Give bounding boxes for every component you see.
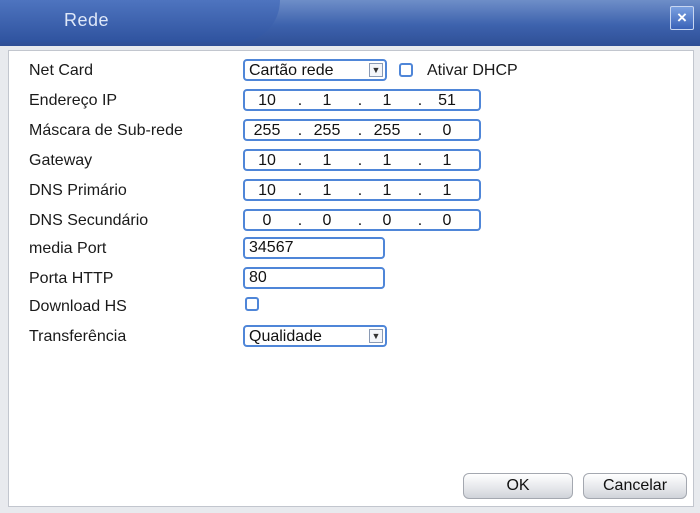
ok-button[interactable]: OK bbox=[463, 473, 573, 499]
http-port-row: Porta HTTP 80 bbox=[9, 267, 693, 293]
ip-separator: . bbox=[357, 152, 363, 169]
ip-octet[interactable]: 255 bbox=[247, 122, 287, 140]
ip-octet[interactable]: 10 bbox=[247, 152, 287, 170]
settings-panel: Net Card Cartão rede ▼ Ativar DHCP Ender… bbox=[8, 50, 694, 507]
net-card-value: Cartão rede bbox=[249, 62, 334, 79]
ip-separator: . bbox=[297, 122, 303, 139]
ip-octet[interactable]: 1 bbox=[427, 182, 467, 200]
ip-octet[interactable]: 0 bbox=[367, 212, 407, 230]
subnet-mask-label: Máscara de Sub-rede bbox=[29, 122, 183, 139]
ip-octet[interactable]: 255 bbox=[307, 122, 347, 140]
dns-secondary-field[interactable]: 0 . 0 . 0 . 0 bbox=[243, 209, 481, 231]
ip-octet[interactable]: 0 bbox=[427, 122, 467, 140]
ip-octet[interactable]: 1 bbox=[367, 152, 407, 170]
dhcp-checkbox[interactable] bbox=[399, 63, 413, 77]
http-port-label: Porta HTTP bbox=[29, 270, 114, 287]
ip-octet[interactable]: 255 bbox=[367, 122, 407, 140]
ip-separator: . bbox=[417, 92, 423, 109]
cancel-button[interactable]: Cancelar bbox=[583, 473, 687, 499]
dns-secondary-label: DNS Secundário bbox=[29, 212, 149, 229]
ip-separator: . bbox=[417, 182, 423, 199]
download-hs-checkbox[interactable] bbox=[245, 297, 259, 311]
subnet-mask-field[interactable]: 255 . 255 . 255 . 0 bbox=[243, 119, 481, 141]
net-card-label: Net Card bbox=[29, 62, 94, 79]
ip-separator: . bbox=[357, 92, 363, 109]
dns-secondary-row: DNS Secundário 0 . 0 . 0 . 0 bbox=[9, 209, 693, 235]
media-port-label: media Port bbox=[29, 240, 107, 257]
transfer-value: Qualidade bbox=[249, 328, 322, 345]
ip-address-field[interactable]: 10 . 1 . 1 . 51 bbox=[243, 89, 481, 111]
ip-octet[interactable]: 10 bbox=[247, 92, 287, 110]
ip-octet[interactable]: 0 bbox=[307, 212, 347, 230]
transfer-select[interactable]: Qualidade ▼ bbox=[243, 325, 387, 347]
ip-octet[interactable]: 0 bbox=[427, 212, 467, 230]
network-settings-dialog: Rede × Net Card Cartão rede ▼ Ativar DHC… bbox=[0, 0, 700, 513]
ip-separator: . bbox=[357, 122, 363, 139]
ip-separator: . bbox=[357, 212, 363, 229]
transfer-row: Transferência Qualidade ▼ bbox=[9, 325, 693, 351]
net-card-row: Net Card Cartão rede ▼ Ativar DHCP bbox=[9, 59, 693, 85]
subnet-mask-row: Máscara de Sub-rede 255 . 255 . 255 . 0 bbox=[9, 119, 693, 145]
gateway-row: Gateway 10 . 1 . 1 . 1 bbox=[9, 149, 693, 175]
ip-octet[interactable]: 1 bbox=[307, 152, 347, 170]
dns-primary-field[interactable]: 10 . 1 . 1 . 1 bbox=[243, 179, 481, 201]
ip-octet[interactable]: 0 bbox=[247, 212, 287, 230]
dns-primary-row: DNS Primário 10 . 1 . 1 . 1 bbox=[9, 179, 693, 205]
ip-separator: . bbox=[297, 182, 303, 199]
ip-separator: . bbox=[297, 92, 303, 109]
media-port-row: media Port 34567 bbox=[9, 237, 693, 263]
ip-octet[interactable]: 1 bbox=[367, 92, 407, 110]
ip-separator: . bbox=[417, 122, 423, 139]
ip-separator: . bbox=[357, 182, 363, 199]
ip-separator: . bbox=[417, 212, 423, 229]
ip-octet[interactable]: 1 bbox=[307, 92, 347, 110]
chevron-down-icon: ▼ bbox=[369, 329, 383, 343]
ip-separator: . bbox=[417, 152, 423, 169]
media-port-input[interactable]: 34567 bbox=[243, 237, 385, 259]
ip-address-label: Endereço IP bbox=[29, 92, 118, 109]
ip-separator: . bbox=[297, 212, 303, 229]
close-icon[interactable]: × bbox=[670, 6, 694, 30]
http-port-input[interactable]: 80 bbox=[243, 267, 385, 289]
title-tab bbox=[0, 0, 280, 42]
gateway-label: Gateway bbox=[29, 152, 93, 169]
download-hs-row: Download HS bbox=[9, 295, 693, 321]
dns-primary-label: DNS Primário bbox=[29, 182, 127, 199]
ip-octet[interactable]: 1 bbox=[307, 182, 347, 200]
title-bar[interactable]: Rede × bbox=[0, 0, 700, 46]
ip-octet[interactable]: 51 bbox=[427, 92, 467, 110]
net-card-select[interactable]: Cartão rede ▼ bbox=[243, 59, 387, 81]
ip-octet[interactable]: 1 bbox=[427, 152, 467, 170]
chevron-down-icon: ▼ bbox=[369, 63, 383, 77]
transfer-label: Transferência bbox=[29, 328, 127, 345]
dialog-title: Rede bbox=[64, 10, 110, 30]
ip-separator: . bbox=[297, 152, 303, 169]
gateway-field[interactable]: 10 . 1 . 1 . 1 bbox=[243, 149, 481, 171]
ip-octet[interactable]: 1 bbox=[367, 182, 407, 200]
ip-address-row: Endereço IP 10 . 1 . 1 . 51 bbox=[9, 89, 693, 115]
dhcp-label: Ativar DHCP bbox=[427, 62, 518, 79]
ip-octet[interactable]: 10 bbox=[247, 182, 287, 200]
download-hs-label: Download HS bbox=[29, 298, 127, 315]
